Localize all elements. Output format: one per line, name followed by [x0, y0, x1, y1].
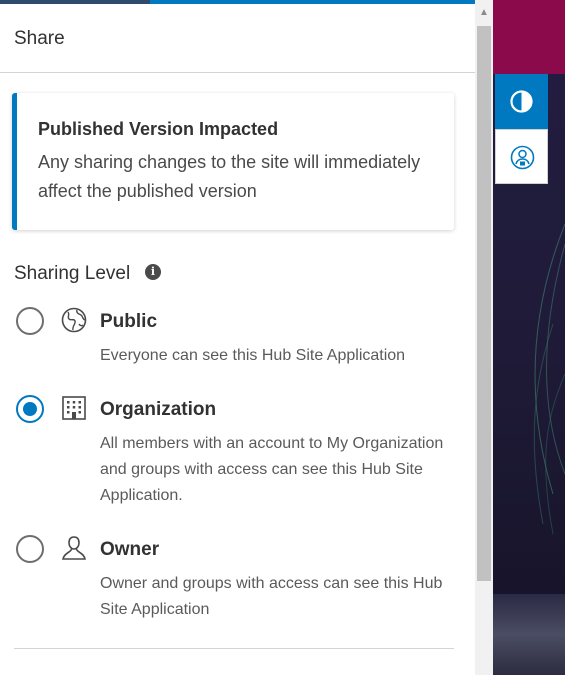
user-lock-icon — [510, 145, 535, 170]
option-title-owner[interactable]: Owner — [100, 539, 159, 561]
option-title-public[interactable]: Public — [100, 311, 157, 333]
panel-scrollbar[interactable]: ▲ — [475, 0, 493, 675]
background-header-band — [493, 0, 565, 74]
scroll-up-arrow-icon[interactable]: ▲ — [475, 4, 493, 22]
option-description-public: Everyone can see this Hub Site Applicati… — [100, 347, 406, 364]
sharing-level-label: Sharing Level — [14, 263, 131, 284]
panel-header: Share — [0, 4, 475, 73]
bottom-divider — [14, 648, 454, 649]
info-icon[interactable]: i — [145, 264, 161, 280]
background-floor — [493, 594, 565, 675]
notice-title: Published Version Impacted — [38, 119, 279, 139]
radio-owner[interactable] — [16, 535, 44, 563]
panel-title: Share — [14, 28, 65, 49]
contrast-icon — [510, 90, 533, 113]
accessibility-button[interactable] — [495, 129, 548, 184]
published-version-notice: Published Version Impacted Any sharing c… — [12, 93, 454, 230]
radio-public[interactable] — [16, 307, 44, 335]
user-icon — [62, 536, 86, 560]
option-title-organization[interactable]: Organization — [100, 399, 216, 421]
globe-icon — [61, 307, 87, 333]
share-panel: Share Published Version Impacted Any sha… — [0, 0, 475, 675]
contrast-toggle-button[interactable] — [495, 74, 548, 129]
option-description-owner: Owner and groups with access can see thi… — [100, 575, 443, 618]
option-description-organization: All members with an account to My Organi… — [100, 435, 444, 504]
radio-organization[interactable] — [16, 395, 44, 423]
scroll-thumb[interactable] — [477, 26, 491, 581]
building-icon — [62, 396, 86, 420]
notice-body: Any sharing changes to the site will imm… — [38, 152, 421, 201]
